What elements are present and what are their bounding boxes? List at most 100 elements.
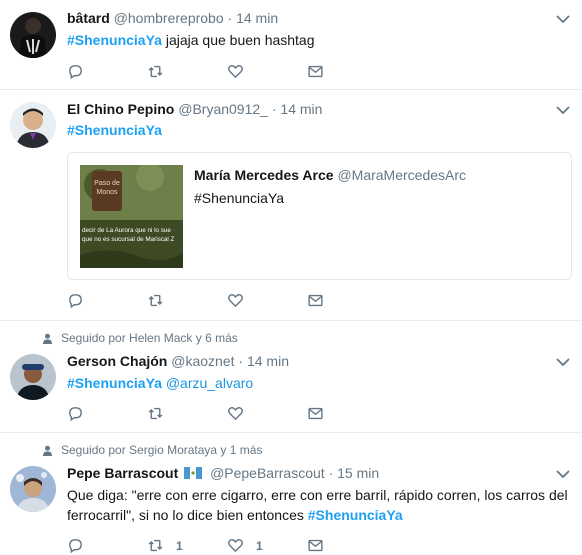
- username[interactable]: @PepeBarrascout: [210, 465, 325, 481]
- fullname[interactable]: Pepe Barrascout: [67, 465, 178, 481]
- like-count: 1: [256, 538, 263, 553]
- tweet[interactable]: Seguido por Helen Mack y 6 más Gerson Ch…: [0, 321, 582, 433]
- reply-button[interactable]: [67, 292, 147, 309]
- heart-icon: [228, 294, 243, 308]
- like-button[interactable]: 1: [227, 537, 307, 554]
- reply-button[interactable]: [67, 63, 147, 80]
- separator: ·: [238, 353, 244, 369]
- tweet-text-line: Que diga: "erre con erre cigarro, erre c…: [67, 487, 568, 503]
- tweet-text-line-2: ferrocarril", si no lo dice bien entonce…: [67, 505, 568, 525]
- like-button[interactable]: [227, 405, 307, 422]
- fullname[interactable]: bâtard: [67, 10, 110, 26]
- tweet-text: Que diga: "erre con erre cigarro, erre c…: [67, 485, 568, 525]
- tweet-header: bâtard @hombrereprobo · 14 min: [67, 9, 568, 28]
- chevron-down-icon[interactable]: [556, 357, 570, 367]
- avatar[interactable]: [10, 12, 56, 58]
- retweet-icon: [148, 294, 163, 307]
- tweet-header: Pepe Barrascout @PepeBarrascout · 15 min: [67, 464, 568, 483]
- hashtag-link[interactable]: #ShenunciaYa: [67, 122, 162, 138]
- image-caption: decir de La Aurora que ni lo sue: [82, 227, 171, 234]
- tweet-text: #ShenunciaYa: [67, 120, 568, 140]
- heart-icon: [228, 539, 243, 553]
- direct-message-button[interactable]: [307, 537, 387, 554]
- social-context-text[interactable]: Seguido por Sergio Morataya y 1 más: [61, 443, 262, 457]
- like-button[interactable]: [227, 292, 307, 309]
- tweet-text: #ShenunciaYa jajaja que buen hashtag: [67, 30, 568, 50]
- separator: ·: [328, 465, 334, 481]
- sign-text: Monos: [96, 189, 118, 196]
- tweet-actions: [67, 405, 387, 422]
- chevron-down-icon[interactable]: [556, 105, 570, 115]
- retweet-button[interactable]: 1: [147, 537, 227, 554]
- timestamp[interactable]: 15 min: [337, 465, 379, 481]
- guatemala-flag-icon: [184, 467, 203, 479]
- tweet-header: Gerson Chajón @kaoznet · 14 min: [67, 352, 568, 371]
- like-button[interactable]: [227, 63, 307, 80]
- username[interactable]: @Bryan0912_: [178, 101, 268, 117]
- separator: ·: [271, 101, 277, 117]
- separator: ·: [227, 10, 233, 26]
- timestamp[interactable]: 14 min: [236, 10, 278, 26]
- reply-button[interactable]: [67, 537, 147, 554]
- person-icon: [42, 445, 53, 456]
- reply-button[interactable]: [67, 405, 147, 422]
- username[interactable]: @kaoznet: [171, 353, 234, 369]
- quoted-tweet-header: María Mercedes Arce @MaraMercedesArc: [194, 166, 466, 185]
- quoted-tweet-image[interactable]: Paso de Monos decir de La Aurora que ni …: [80, 165, 183, 268]
- reply-icon: [69, 294, 82, 309]
- person-icon: [42, 333, 53, 344]
- image-caption: que no es sucursal de Mariscal Z: [82, 236, 175, 243]
- direct-message-button[interactable]: [307, 405, 387, 422]
- quoted-username[interactable]: @MaraMercedesArc: [337, 167, 466, 183]
- tweet-header: El Chino Pepino @Bryan0912_ · 14 min: [67, 100, 568, 119]
- mention-link[interactable]: @arzu_alvaro: [166, 375, 253, 391]
- timestamp[interactable]: 14 min: [280, 101, 322, 117]
- reply-icon: [69, 539, 82, 554]
- tweet-actions: 1 1: [67, 537, 387, 554]
- chevron-down-icon[interactable]: [556, 14, 570, 24]
- quoted-tweet-body: María Mercedes Arce @MaraMercedesArc #Sh…: [194, 166, 466, 206]
- envelope-icon: [308, 65, 323, 78]
- social-context: Seguido por Sergio Morataya y 1 más: [42, 443, 262, 457]
- direct-message-button[interactable]: [307, 63, 387, 80]
- username[interactable]: @hombrereprobo: [114, 10, 224, 26]
- envelope-icon: [308, 294, 323, 307]
- chevron-down-icon[interactable]: [556, 469, 570, 479]
- timeline: bâtard @hombrereprobo · 14 min #Shenunci…: [0, 0, 582, 555]
- tweet-text: #ShenunciaYa @arzu_alvaro: [67, 373, 568, 393]
- retweet-button[interactable]: [147, 292, 227, 309]
- quoted-tweet[interactable]: Paso de Monos decir de La Aurora que ni …: [67, 152, 572, 280]
- retweet-icon: [148, 407, 163, 420]
- retweet-button[interactable]: [147, 405, 227, 422]
- tweet[interactable]: El Chino Pepino @Bryan0912_ · 14 min #Sh…: [0, 90, 582, 321]
- retweet-button[interactable]: [147, 63, 227, 80]
- social-context-text[interactable]: Seguido por Helen Mack y 6 más: [61, 331, 238, 345]
- envelope-icon: [308, 539, 323, 552]
- retweet-icon: [148, 65, 163, 78]
- avatar[interactable]: [10, 466, 56, 512]
- direct-message-button[interactable]: [307, 292, 387, 309]
- tweet-text-line: ferrocarril", si no lo dice bien entonce…: [67, 507, 308, 523]
- hashtag-link[interactable]: #ShenunciaYa: [67, 32, 162, 48]
- tweet-text-body: jajaja que buen hashtag: [161, 32, 315, 48]
- tweet-actions: [67, 292, 387, 309]
- hashtag-link[interactable]: #ShenunciaYa: [67, 375, 162, 391]
- tweet[interactable]: bâtard @hombrereprobo · 14 min #Shenunci…: [0, 0, 582, 90]
- quoted-tweet-text: #ShenunciaYa: [194, 190, 285, 206]
- heart-icon: [228, 65, 243, 79]
- retweet-count: 1: [176, 538, 183, 553]
- heart-icon: [228, 407, 243, 421]
- envelope-icon: [308, 407, 323, 420]
- avatar[interactable]: [10, 102, 56, 148]
- hashtag-link[interactable]: #ShenunciaYa: [308, 507, 403, 523]
- fullname[interactable]: Gerson Chajón: [67, 353, 167, 369]
- timestamp[interactable]: 14 min: [247, 353, 289, 369]
- tweet[interactable]: Seguido por Sergio Morataya y 1 más Pepe…: [0, 433, 582, 555]
- avatar[interactable]: [10, 354, 56, 400]
- reply-icon: [69, 65, 82, 80]
- quoted-fullname[interactable]: María Mercedes Arce: [194, 167, 334, 183]
- sign-text: Paso de: [94, 180, 120, 187]
- social-context: Seguido por Helen Mack y 6 más: [42, 331, 238, 345]
- fullname[interactable]: El Chino Pepino: [67, 101, 174, 117]
- retweet-icon: [148, 539, 163, 552]
